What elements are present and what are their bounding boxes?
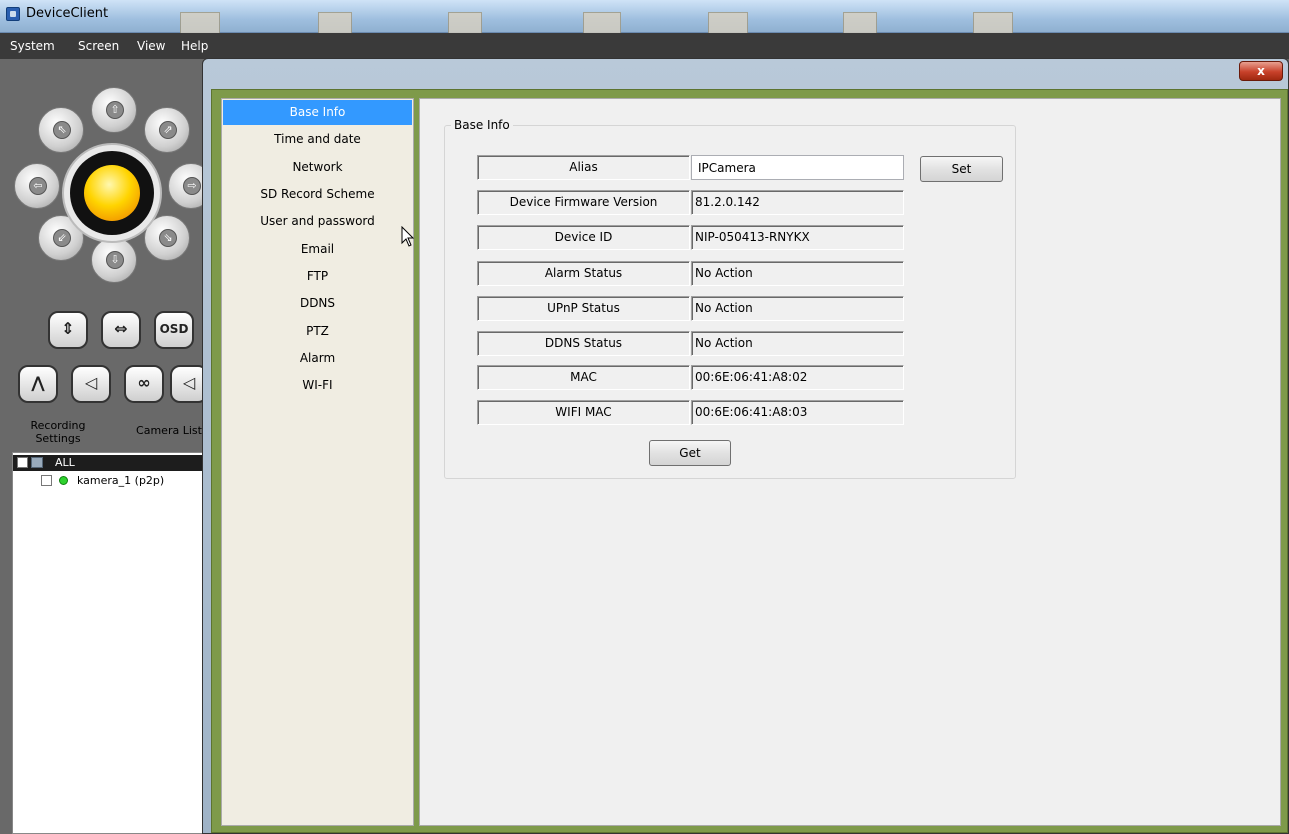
background-window-thumb [973,12,1013,34]
tree-row-all[interactable]: ALL [13,455,207,471]
dialog-body: Base Info Time and date Network SD Recor… [211,89,1288,833]
nav-item-sd-record-scheme[interactable]: SD Record Scheme [223,182,412,207]
nav-item-wi-fi[interactable]: WI-FI [223,373,412,398]
nav-item-time-and-date[interactable]: Time and date [223,127,412,152]
mac-label: MAC [477,365,690,390]
firmware-version-label: Device Firmware Version [477,190,690,215]
base-info-panel: Base Info Alias Set Device Firmware Vers… [419,98,1281,826]
nav-item-ddns[interactable]: DDNS [223,291,412,316]
app-title: DeviceClient [26,6,109,21]
ptz-left-button[interactable]: ⇦ [14,163,60,209]
all-checkbox[interactable] [17,457,28,468]
upnp-status-value: No Action [691,296,904,321]
nav-item-ftp[interactable]: FTP [223,264,412,289]
arrow-left-icon: ⇦ [29,177,47,195]
ptz-center-icon [84,165,140,221]
set-button[interactable]: Set [920,156,1003,182]
tree-row-camera[interactable]: kamera_1 (p2p) [13,473,207,489]
tree-all-label: ALL [55,456,75,469]
camera-online-icon [59,476,68,485]
alias-label: Alias [477,155,690,180]
menu-help[interactable]: Help [181,39,208,53]
patrol-horizontal-button[interactable]: ◁ [71,365,111,403]
group-title: Base Info [451,118,513,132]
ptz-up-right-button[interactable]: ⇗ [144,107,190,153]
app-titlebar: DeviceClient [0,0,1289,34]
camera-name: kamera_1 (p2p) [77,474,165,487]
recording-settings-label[interactable]: Recording Settings [28,419,88,445]
nav-item-network[interactable]: Network [223,155,412,180]
device-id-label: Device ID [477,225,690,250]
flip-vertical-button[interactable]: ⇕ [48,311,88,349]
get-button[interactable]: Get [649,440,731,466]
camera-tree: ALL kamera_1 (p2p) [12,452,208,834]
osd-button[interactable]: OSD [154,311,194,349]
nav-item-base-info[interactable]: Base Info [223,100,412,125]
ptz-up-left-button[interactable]: ⇖ [38,107,84,153]
firmware-version-value: 81.2.0.142 [691,190,904,215]
arrow-right-icon: ⇨ [183,177,201,195]
menubar: System Screen View Help [0,33,1289,59]
mouse-cursor-icon [401,226,415,247]
camera-checkbox[interactable] [41,475,52,486]
background-window-thumb [583,12,621,34]
nav-item-alarm[interactable]: Alarm [223,346,412,371]
nav-item-email[interactable]: Email [223,237,412,262]
menu-view[interactable]: View [137,39,165,53]
ptz-center-button[interactable] [62,143,162,243]
ptz-up-button[interactable]: ⇧ [91,87,137,133]
mac-value: 00:6E:06:41:A8:02 [691,365,904,390]
ptz-down-button[interactable]: ⇩ [91,237,137,283]
ddns-status-value: No Action [691,331,904,356]
background-window-thumb [843,12,877,34]
patrol-vertical-button[interactable]: ⋀ [18,365,58,403]
arrow-up-right-icon: ⇗ [159,121,177,139]
settings-nav: Base Info Time and date Network SD Recor… [221,98,414,826]
flip-horizontal-button[interactable]: ⇔ [101,311,141,349]
settings-dialog: x Base Info Time and date Network SD Rec… [202,58,1289,834]
arrow-down-right-icon: ⇘ [159,229,177,247]
background-window-thumb [180,12,220,34]
alias-input[interactable] [691,155,904,180]
arrow-down-icon: ⇩ [106,251,124,269]
wifi-mac-value: 00:6E:06:41:A8:03 [691,400,904,425]
arrow-up-icon: ⇧ [106,101,124,119]
menu-screen[interactable]: Screen [78,39,119,53]
upnp-status-label: UPnP Status [477,296,690,321]
alarm-status-label: Alarm Status [477,261,690,286]
nav-item-ptz[interactable]: PTZ [223,319,412,344]
cruise-button[interactable]: ∞ [124,365,164,403]
left-panel: ⇧ ⇩ ⇦ ⇨ ⇖ ⇗ ⇙ ⇘ ⇕ ⇔ OSD ⋀ ◁ ∞ ◁ Recordin… [0,59,214,834]
camera-group-icon [31,457,43,468]
nav-item-user-and-password[interactable]: User and password [223,209,412,234]
app-icon [6,7,20,21]
close-button[interactable]: x [1239,61,1283,81]
base-info-group: Base Info Alias Set Device Firmware Vers… [444,118,1016,479]
arrow-up-left-icon: ⇖ [53,121,71,139]
arrow-down-left-icon: ⇙ [53,229,71,247]
background-window-thumb [318,12,352,34]
wifi-mac-label: WIFI MAC [477,400,690,425]
ddns-status-label: DDNS Status [477,331,690,356]
menu-system[interactable]: System [10,39,55,53]
ptz-control: ⇧ ⇩ ⇦ ⇨ ⇖ ⇗ ⇙ ⇘ [14,87,214,285]
device-id-value: NIP-050413-RNYKX [691,225,904,250]
alarm-status-value: No Action [691,261,904,286]
camera-list-label[interactable]: Camera List [134,424,204,437]
background-window-thumb [708,12,748,34]
background-window-thumb [448,12,482,34]
